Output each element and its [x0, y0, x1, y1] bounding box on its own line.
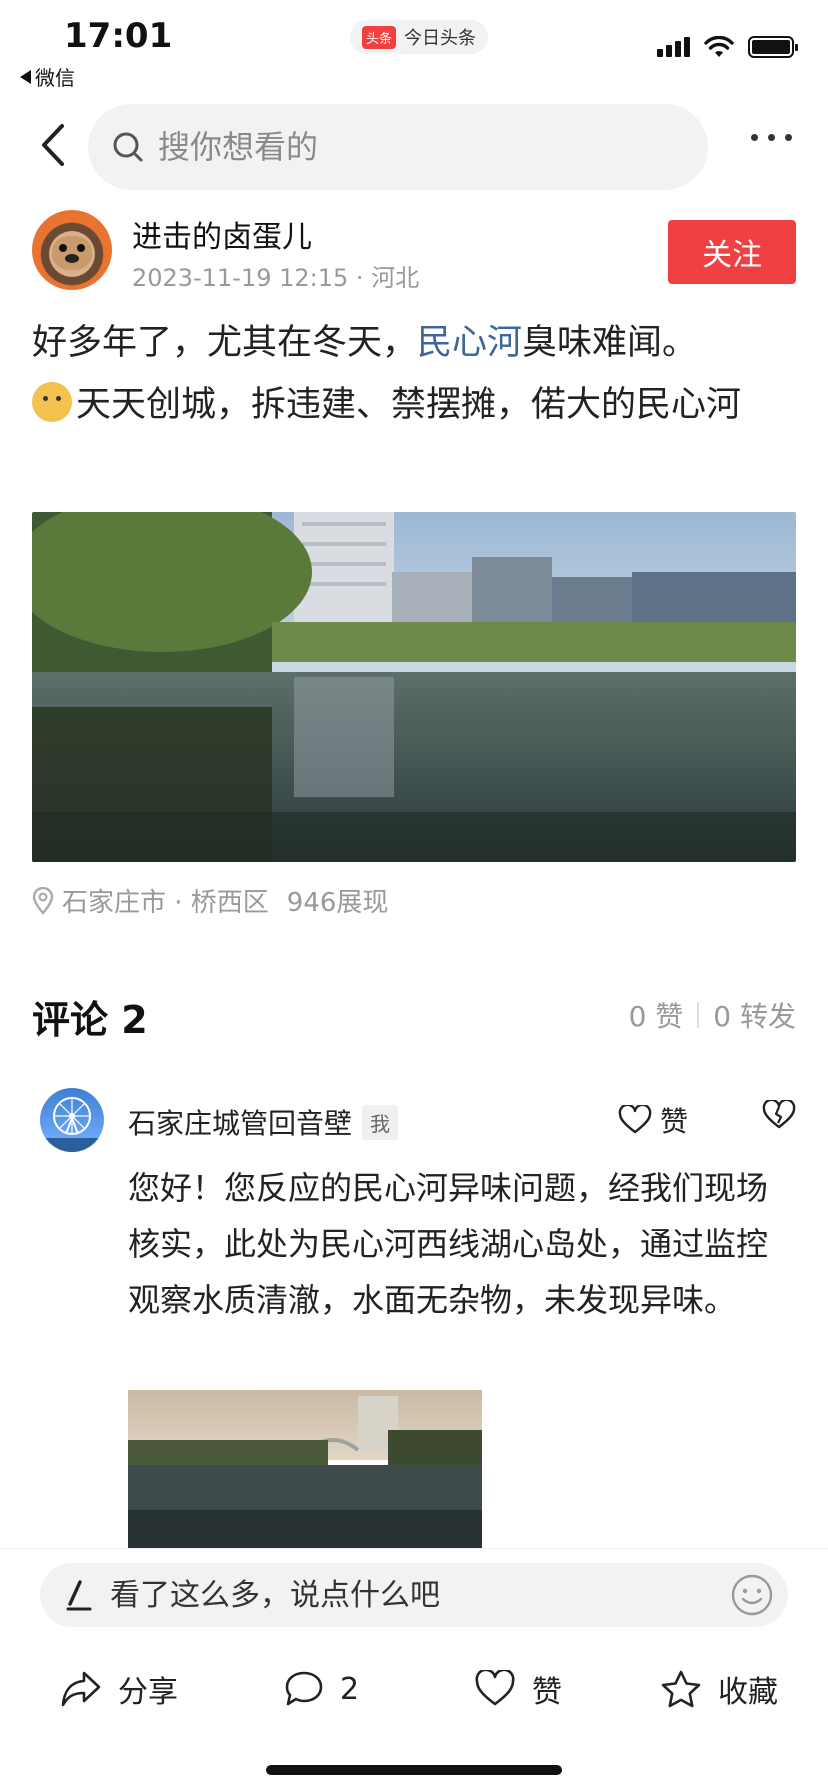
- search-bar[interactable]: [88, 104, 708, 190]
- back-app-label: 微信: [35, 66, 75, 90]
- back-triangle-icon: [20, 69, 31, 84]
- location-pin-icon: [32, 886, 54, 915]
- doge-emoji-icon: [32, 382, 72, 422]
- action-bar: 分享 2 赞 收藏: [0, 1649, 828, 1729]
- author-name[interactable]: 进击的卤蛋儿: [132, 212, 312, 256]
- comment-like-button[interactable]: 赞: [618, 1100, 688, 1140]
- like-count[interactable]: 0 赞: [629, 995, 684, 1035]
- comment-bubble-icon: [285, 1671, 323, 1706]
- share-label: 分享: [118, 1675, 178, 1710]
- search-icon: [113, 132, 143, 162]
- comment-button[interactable]: 2: [284, 1649, 359, 1729]
- comment-input[interactable]: [110, 1577, 670, 1613]
- post-author-row: 进击的卤蛋儿 2023-11-19 12:15 · 河北 关注: [32, 210, 796, 293]
- commenter-name-row: 石家庄城管回音壁 我: [128, 1102, 399, 1142]
- river-photo-small: [128, 1390, 482, 1550]
- bottom-bar: 分享 2 赞 收藏: [0, 1548, 828, 1792]
- comment-like-label: 赞: [660, 1105, 689, 1138]
- more-dot-icon: [785, 134, 792, 141]
- author-avatar[interactable]: [32, 210, 112, 290]
- post-text-part: 好多年了，尤其在冬天，: [32, 323, 418, 363]
- river-photo: [32, 512, 796, 862]
- commenter-avatar[interactable]: [40, 1088, 104, 1152]
- heart-icon: [618, 1105, 652, 1134]
- comment-image[interactable]: [128, 1390, 482, 1550]
- favorite-label: 收藏: [718, 1675, 778, 1710]
- post-text-part: 臭味难闻。: [522, 323, 698, 363]
- commenter-name[interactable]: 石家庄城管回音壁: [128, 1102, 352, 1142]
- comment-text: 您好！您反应的民心河异味问题，经我们现场核实，此处为民心河西线湖心岛处，通过监控…: [128, 1169, 769, 1319]
- comments-header: 评论 2 0 赞 0 转发: [32, 985, 796, 1045]
- status-time: 17:01: [64, 16, 173, 56]
- like-button[interactable]: 赞: [474, 1649, 562, 1729]
- post-image[interactable]: [32, 512, 796, 862]
- more-button[interactable]: [751, 134, 792, 141]
- back-to-app[interactable]: 微信: [20, 62, 75, 91]
- me-badge: 我: [362, 1104, 399, 1140]
- post-timestamp: 2023-11-19 12:15: [132, 264, 349, 292]
- battery-icon: [748, 36, 798, 58]
- post-meta: 2023-11-19 12:15 · 河北: [132, 258, 419, 293]
- more-dot-icon: [768, 134, 775, 141]
- ferris-wheel-icon: [40, 1097, 104, 1152]
- meta-separator: ·: [355, 264, 364, 292]
- comment-composer[interactable]: [40, 1563, 788, 1627]
- favorite-button[interactable]: 收藏: [660, 1649, 778, 1729]
- broken-heart-icon: [762, 1098, 796, 1129]
- repost-count[interactable]: 0 转发: [713, 995, 796, 1035]
- post-topic-link[interactable]: 民心河: [417, 323, 522, 363]
- like-label: 赞: [532, 1675, 562, 1710]
- status-bar: 17:01 微信 头条 今日头条: [0, 0, 828, 92]
- system-icons: [657, 36, 798, 58]
- comments-title: 评论 2: [32, 998, 148, 1042]
- app-name: 今日头条: [404, 28, 477, 49]
- stats-divider: [697, 1002, 700, 1028]
- follow-button[interactable]: 关注: [668, 220, 796, 284]
- view-count: 946展现: [286, 888, 389, 918]
- share-icon: [61, 1671, 101, 1707]
- star-icon: [661, 1670, 701, 1708]
- location-label: 石家庄市 · 桥西区: [62, 888, 269, 918]
- post-text-part: 天天创城，拆违建、禁摆摊，偌大的民心河: [76, 385, 742, 425]
- search-input[interactable]: [158, 128, 658, 166]
- cellular-signal-icon: [657, 37, 690, 57]
- app-indicator: 头条 今日头条: [350, 20, 489, 54]
- wifi-icon: [704, 36, 734, 57]
- post-stats: 0 赞 0 转发: [629, 995, 796, 1035]
- top-nav: [0, 100, 828, 192]
- toutiao-logo: 头条: [362, 25, 397, 49]
- post-region: 河北: [371, 264, 420, 292]
- heart-icon: [475, 1670, 515, 1706]
- back-button[interactable]: [30, 122, 76, 168]
- emoji-icon[interactable]: [730, 1573, 774, 1617]
- post-location[interactable]: 石家庄市 · 桥西区 946展现: [32, 882, 388, 919]
- share-button[interactable]: 分享: [60, 1649, 178, 1729]
- home-indicator[interactable]: [266, 1765, 562, 1775]
- chevron-left-icon: [42, 124, 64, 166]
- more-dot-icon: [751, 134, 758, 141]
- comment-count: 2: [340, 1671, 360, 1707]
- pen-icon: [66, 1580, 92, 1611]
- post-body: 好多年了，尤其在冬天，民心河臭味难闻。 天天创城，拆违建、禁摆摊，偌大的民心河: [32, 312, 796, 436]
- comment-dislike-button[interactable]: [762, 1098, 796, 1134]
